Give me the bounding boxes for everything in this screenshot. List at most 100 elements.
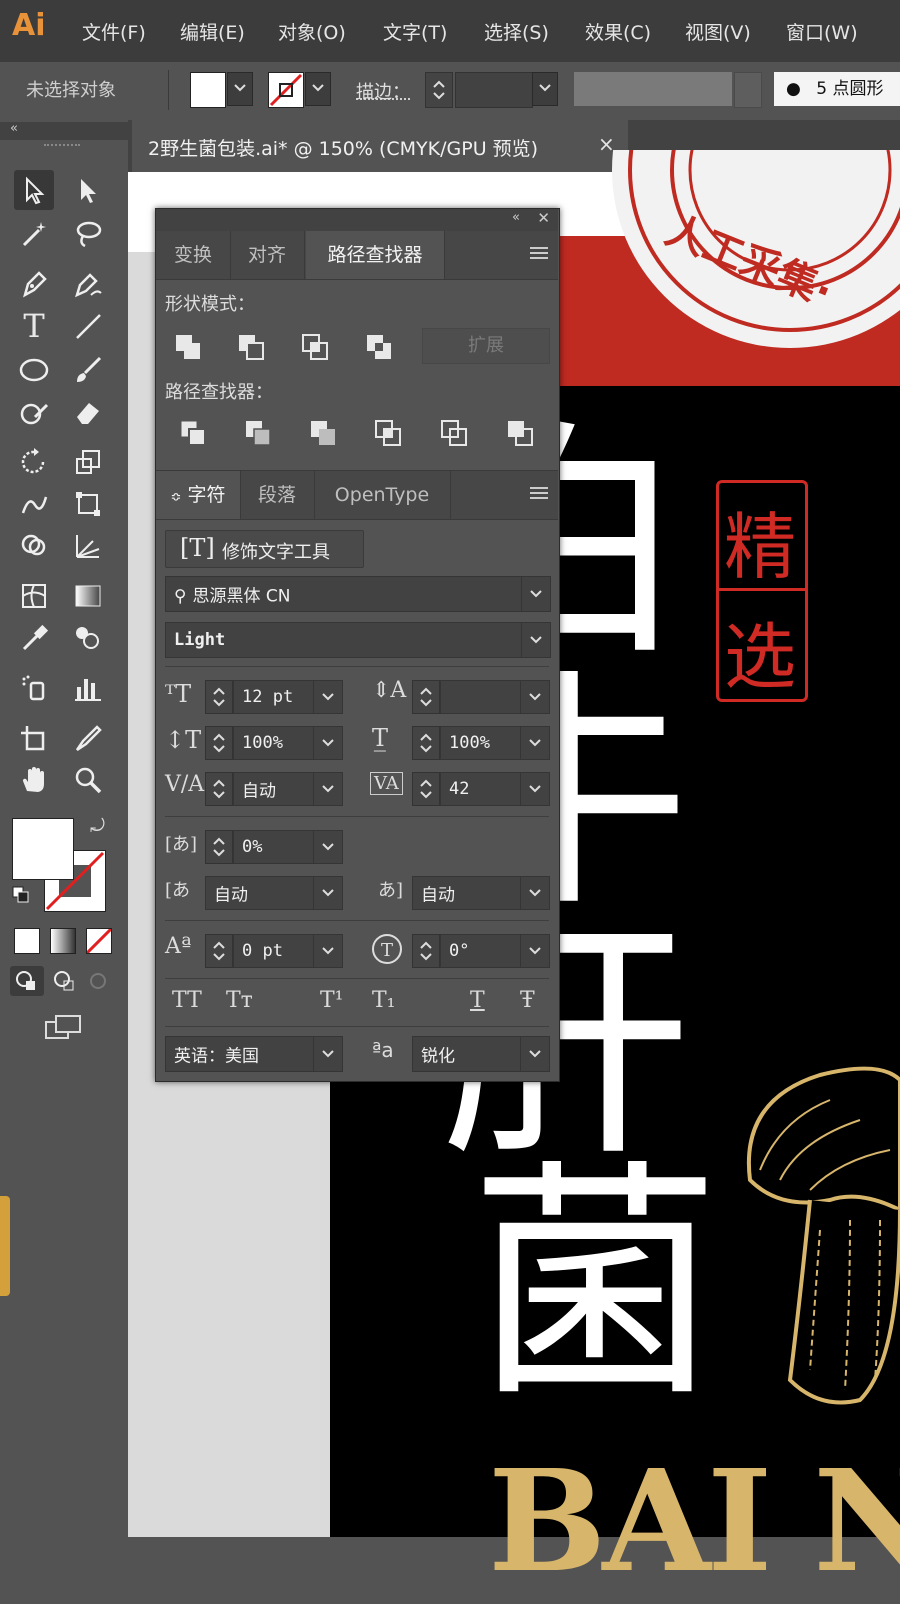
baseline-shift-spinner[interactable] xyxy=(205,934,233,968)
chevron-down-icon[interactable] xyxy=(520,935,549,967)
divide-icon[interactable] xyxy=(178,418,208,448)
curvature-tool-icon[interactable] xyxy=(68,264,108,304)
chevron-down-icon[interactable] xyxy=(521,623,550,657)
document-tab-title[interactable]: 2野生菌包装.ai* @ 150% (CMYK/GPU 预览) xyxy=(148,134,538,161)
profile-dropdown[interactable] xyxy=(734,72,762,108)
horizontal-scale-field[interactable]: 100% xyxy=(440,726,550,760)
merge-icon[interactable] xyxy=(308,418,338,448)
superscript-button[interactable]: T¹ xyxy=(320,988,344,1013)
tab-paragraph[interactable]: 段落 xyxy=(240,471,315,519)
stroke-weight-spinner[interactable] xyxy=(425,72,453,108)
font-size-spinner[interactable] xyxy=(205,680,233,714)
language-field[interactable]: 英语：美国 xyxy=(165,1036,343,1072)
font-style-field[interactable]: Light xyxy=(165,622,551,658)
collapse-panel-icon[interactable]: « xyxy=(512,210,520,225)
baseline-shift-field[interactable]: 0 pt xyxy=(233,934,343,968)
perspective-grid-tool-icon[interactable] xyxy=(68,526,108,566)
leading-field[interactable] xyxy=(440,680,550,714)
chevron-down-icon[interactable] xyxy=(521,577,550,611)
subscript-button[interactable]: T₁ xyxy=(372,988,396,1013)
magic-wand-tool-icon[interactable] xyxy=(14,214,54,254)
minus-front-icon[interactable] xyxy=(236,332,266,362)
pen-tool-icon[interactable] xyxy=(14,264,54,304)
scale-tool-icon[interactable] xyxy=(68,442,108,482)
zoom-tool-icon[interactable] xyxy=(68,760,108,800)
menu-effect[interactable]: 效果(C) xyxy=(585,18,651,45)
small-caps-button[interactable]: Tт xyxy=(226,988,253,1013)
ellipse-tool-icon[interactable] xyxy=(14,350,54,390)
free-transform-tool-icon[interactable] xyxy=(68,484,108,524)
tab-opentype[interactable]: OpenType xyxy=(314,471,451,519)
tab-character[interactable]: ≎ 字符 xyxy=(156,471,241,519)
chevron-down-icon[interactable] xyxy=(313,773,342,805)
chevron-down-icon[interactable] xyxy=(313,681,342,713)
outline-icon[interactable] xyxy=(439,418,469,448)
intersect-icon[interactable] xyxy=(300,332,330,362)
underline-button[interactable]: T xyxy=(470,988,485,1013)
menu-select[interactable]: 选择(S) xyxy=(484,18,549,45)
variable-width-profile[interactable] xyxy=(574,72,732,106)
stroke-weight-field[interactable] xyxy=(455,72,533,108)
menu-view[interactable]: 视图(V) xyxy=(685,18,751,45)
paintbrush-tool-icon[interactable] xyxy=(68,350,108,390)
antialias-field[interactable]: 锐化 xyxy=(412,1036,550,1072)
aki-right-field[interactable]: 自动 xyxy=(412,876,550,910)
column-graph-tool-icon[interactable] xyxy=(68,668,108,708)
all-caps-button[interactable]: TT xyxy=(172,988,202,1013)
blend-tool-icon[interactable] xyxy=(68,618,108,658)
chevron-down-icon[interactable] xyxy=(313,831,342,863)
fill-swatch[interactable] xyxy=(190,72,226,108)
rotate-tool-icon[interactable] xyxy=(14,442,54,482)
warp-tool-icon[interactable] xyxy=(14,484,54,524)
panel-menu-icon[interactable] xyxy=(530,485,548,505)
panel-titlebar[interactable]: « ✕ xyxy=(156,209,558,231)
slice-tool-icon[interactable] xyxy=(68,718,108,758)
brush-definition[interactable]: ● 5 点圆形 xyxy=(774,72,900,106)
stroke-weight-dropdown[interactable] xyxy=(532,72,558,106)
color-mode-icon[interactable] xyxy=(14,928,40,954)
rotation-field[interactable]: 0° xyxy=(440,934,550,968)
default-colors-icon[interactable] xyxy=(12,886,29,903)
menu-object[interactable]: 对象(O) xyxy=(278,18,346,45)
draw-inside-icon[interactable] xyxy=(86,966,110,996)
panel-menu-icon[interactable] xyxy=(530,245,548,265)
gradient-mode-icon[interactable] xyxy=(50,928,76,954)
menu-window[interactable]: 窗口(W) xyxy=(786,18,858,45)
symbol-sprayer-tool-icon[interactable] xyxy=(14,668,54,708)
swap-colors-icon[interactable]: ⤾ xyxy=(90,816,105,837)
crop-icon[interactable] xyxy=(373,418,403,448)
close-panel-icon[interactable]: ✕ xyxy=(537,209,550,227)
tab-align[interactable]: 对齐 xyxy=(230,231,305,279)
minus-back-icon[interactable] xyxy=(505,418,535,448)
fill-color-box[interactable] xyxy=(12,818,74,880)
exclude-icon[interactable] xyxy=(364,332,394,362)
unite-icon[interactable] xyxy=(173,332,203,362)
chevron-down-icon[interactable] xyxy=(520,681,549,713)
expand-button[interactable]: 扩展 xyxy=(422,328,550,364)
screen-mode-icon[interactable] xyxy=(44,1012,84,1042)
artboard-tool-icon[interactable] xyxy=(14,718,54,758)
vertical-scale-field[interactable]: 100% xyxy=(233,726,343,760)
mesh-tool-icon[interactable] xyxy=(14,576,54,616)
selection-tool-icon[interactable] xyxy=(14,170,54,210)
chevron-down-icon[interactable] xyxy=(520,1037,549,1071)
menu-file[interactable]: 文件(F) xyxy=(82,18,146,45)
aki-left-field[interactable]: 自动 xyxy=(205,876,343,910)
chevron-down-icon[interactable] xyxy=(313,877,342,909)
type-tool-icon[interactable]: T xyxy=(14,306,54,346)
chevron-down-icon[interactable] xyxy=(313,935,342,967)
lasso-tool-icon[interactable] xyxy=(68,214,108,254)
tab-transform[interactable]: 变换 xyxy=(156,231,231,279)
horizontal-scale-spinner[interactable] xyxy=(412,726,440,760)
line-segment-tool-icon[interactable] xyxy=(68,306,108,346)
eyedropper-tool-icon[interactable] xyxy=(14,618,54,658)
gradient-tool-icon[interactable] xyxy=(68,576,108,616)
fill-dropdown[interactable] xyxy=(227,72,253,106)
chevron-down-icon[interactable] xyxy=(313,1037,342,1071)
chevron-down-icon[interactable] xyxy=(520,877,549,909)
stroke-label[interactable]: 描边： xyxy=(356,78,410,104)
trim-icon[interactable] xyxy=(243,418,273,448)
leading-spinner[interactable] xyxy=(412,680,440,714)
menu-type[interactable]: 文字(T) xyxy=(383,18,447,45)
rotation-spinner[interactable] xyxy=(412,934,440,968)
